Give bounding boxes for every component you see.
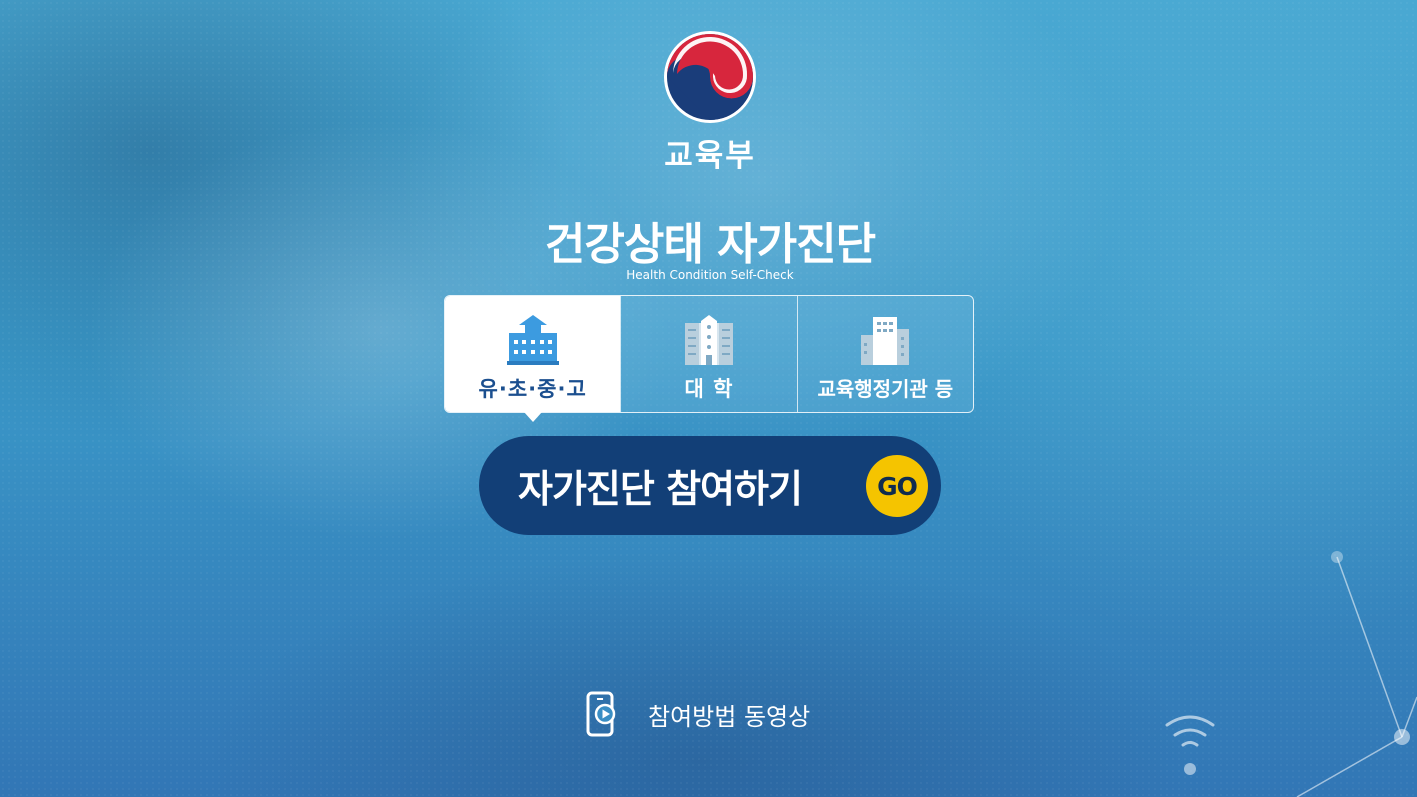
network-decoration-icon	[1165, 551, 1417, 797]
ministry-name: 교육부	[664, 138, 756, 174]
taegeuk-logo-icon	[664, 31, 756, 123]
tab-school[interactable]: 유·초·중·고	[445, 296, 621, 422]
participation-video-link[interactable]: 참여방법 동영상	[585, 690, 810, 738]
university-building-icon	[684, 315, 733, 365]
tab-education-office-label: 교육행정기관 등	[817, 377, 954, 401]
tab-education-office[interactable]: 교육행정기관 등	[796, 296, 973, 412]
go-badge: GO	[866, 455, 928, 517]
phone-play-icon	[586, 691, 616, 737]
page-subtitle: Health Condition Self-Check	[626, 268, 794, 282]
tab-school-label: 유·초·중·고	[478, 377, 587, 401]
institution-tabs: 유·초·중·고 대 학 교육행정기관 등	[444, 295, 974, 422]
tab-university-label: 대 학	[684, 377, 734, 401]
office-building-icon	[861, 317, 910, 365]
school-building-icon	[506, 315, 559, 365]
page-title: 건강상태 자가진단	[544, 219, 876, 270]
start-self-check-label: 자가진단 참여하기	[518, 467, 803, 511]
tab-university[interactable]: 대 학	[620, 296, 797, 412]
participation-video-label: 참여방법 동영상	[648, 702, 811, 731]
start-self-check-button[interactable]: 자가진단 참여하기 GO	[479, 436, 941, 535]
